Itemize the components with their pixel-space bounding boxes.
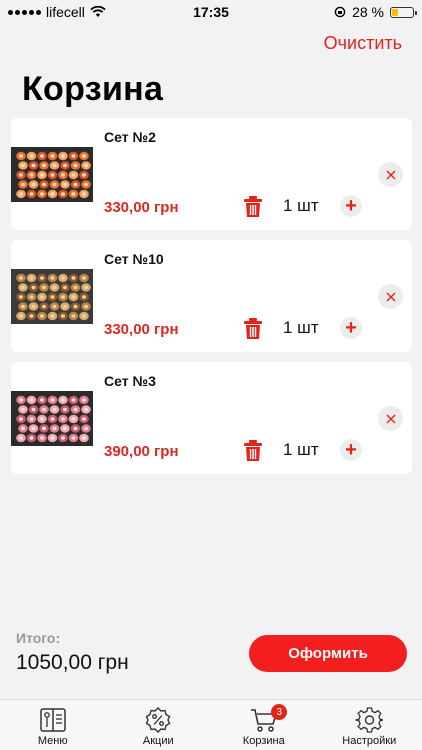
total-value: 1050,00 грн bbox=[16, 651, 129, 674]
battery-level bbox=[392, 8, 398, 16]
item-name: Сет №2 bbox=[104, 129, 156, 145]
sushi-set-image bbox=[11, 391, 93, 446]
battery-icon bbox=[390, 6, 417, 18]
cart-item: Сет №10 330,00 грн 1 шт + bbox=[11, 240, 412, 352]
item-quantity: 1 шт bbox=[283, 196, 319, 215]
carrier-name: lifecell bbox=[46, 4, 85, 20]
total-label: Итого: bbox=[16, 630, 61, 646]
sushi-set-image bbox=[11, 147, 93, 202]
clear-cart-button[interactable]: Очистить bbox=[324, 33, 402, 54]
signal-icon bbox=[8, 9, 41, 15]
battery-percent: 28 % bbox=[352, 4, 384, 20]
status-right: 28 % bbox=[334, 4, 417, 20]
tab-bar: Меню Акции 3 Корзина Настройки bbox=[0, 699, 422, 750]
status-bar: lifecell 17:35 28 % bbox=[0, 0, 422, 24]
trash-icon[interactable] bbox=[243, 196, 263, 218]
item-price: 330,00 грн bbox=[104, 321, 179, 338]
remove-item-button[interactable] bbox=[378, 284, 403, 309]
item-name: Сет №3 bbox=[104, 373, 156, 389]
item-price: 330,00 грн bbox=[104, 199, 179, 216]
cart-item: Сет №3 390,00 грн 1 шт + bbox=[11, 362, 412, 474]
close-icon bbox=[386, 292, 395, 301]
item-quantity: 1 шт bbox=[283, 318, 319, 337]
sushi-set-image bbox=[11, 269, 93, 324]
remove-item-button[interactable] bbox=[378, 406, 403, 431]
increase-quantity-button[interactable]: + bbox=[340, 317, 362, 339]
trash-icon[interactable] bbox=[243, 440, 263, 462]
cart-item: Сет №2 330,00 грн 1 шт + bbox=[11, 118, 412, 230]
orientation-lock-icon bbox=[334, 6, 346, 18]
cart-count-badge: 3 bbox=[271, 704, 288, 720]
increase-quantity-button[interactable]: + bbox=[340, 439, 362, 461]
tab-label: Меню bbox=[37, 735, 68, 747]
item-quantity: 1 шт bbox=[283, 440, 319, 459]
item-price: 390,00 грн bbox=[104, 443, 179, 460]
trash-icon[interactable] bbox=[243, 318, 263, 340]
tab-label: Акции bbox=[142, 735, 174, 747]
tab-label: Настройки bbox=[342, 735, 397, 747]
close-icon bbox=[386, 414, 395, 423]
cart-list: Сет №2 330,00 грн 1 шт + Сет №10 330,00 … bbox=[11, 118, 412, 484]
checkout-button[interactable]: Оформить bbox=[249, 635, 407, 672]
tab-label: Корзина bbox=[242, 735, 285, 747]
discount-badge-icon bbox=[145, 707, 171, 733]
tab-menu[interactable]: Меню bbox=[0, 700, 105, 750]
item-name: Сет №10 bbox=[104, 251, 164, 267]
menu-book-icon bbox=[40, 708, 66, 732]
tab-cart[interactable]: 3 Корзина bbox=[211, 700, 316, 750]
tab-settings[interactable]: Настройки bbox=[317, 700, 422, 750]
remove-item-button[interactable] bbox=[378, 162, 403, 187]
wifi-icon bbox=[90, 6, 106, 17]
status-left: lifecell bbox=[8, 4, 106, 20]
increase-quantity-button[interactable]: + bbox=[340, 195, 362, 217]
tab-promotions[interactable]: Акции bbox=[106, 700, 211, 750]
page-title: Корзина bbox=[22, 70, 164, 108]
close-icon bbox=[386, 170, 395, 179]
gear-icon bbox=[355, 707, 384, 733]
